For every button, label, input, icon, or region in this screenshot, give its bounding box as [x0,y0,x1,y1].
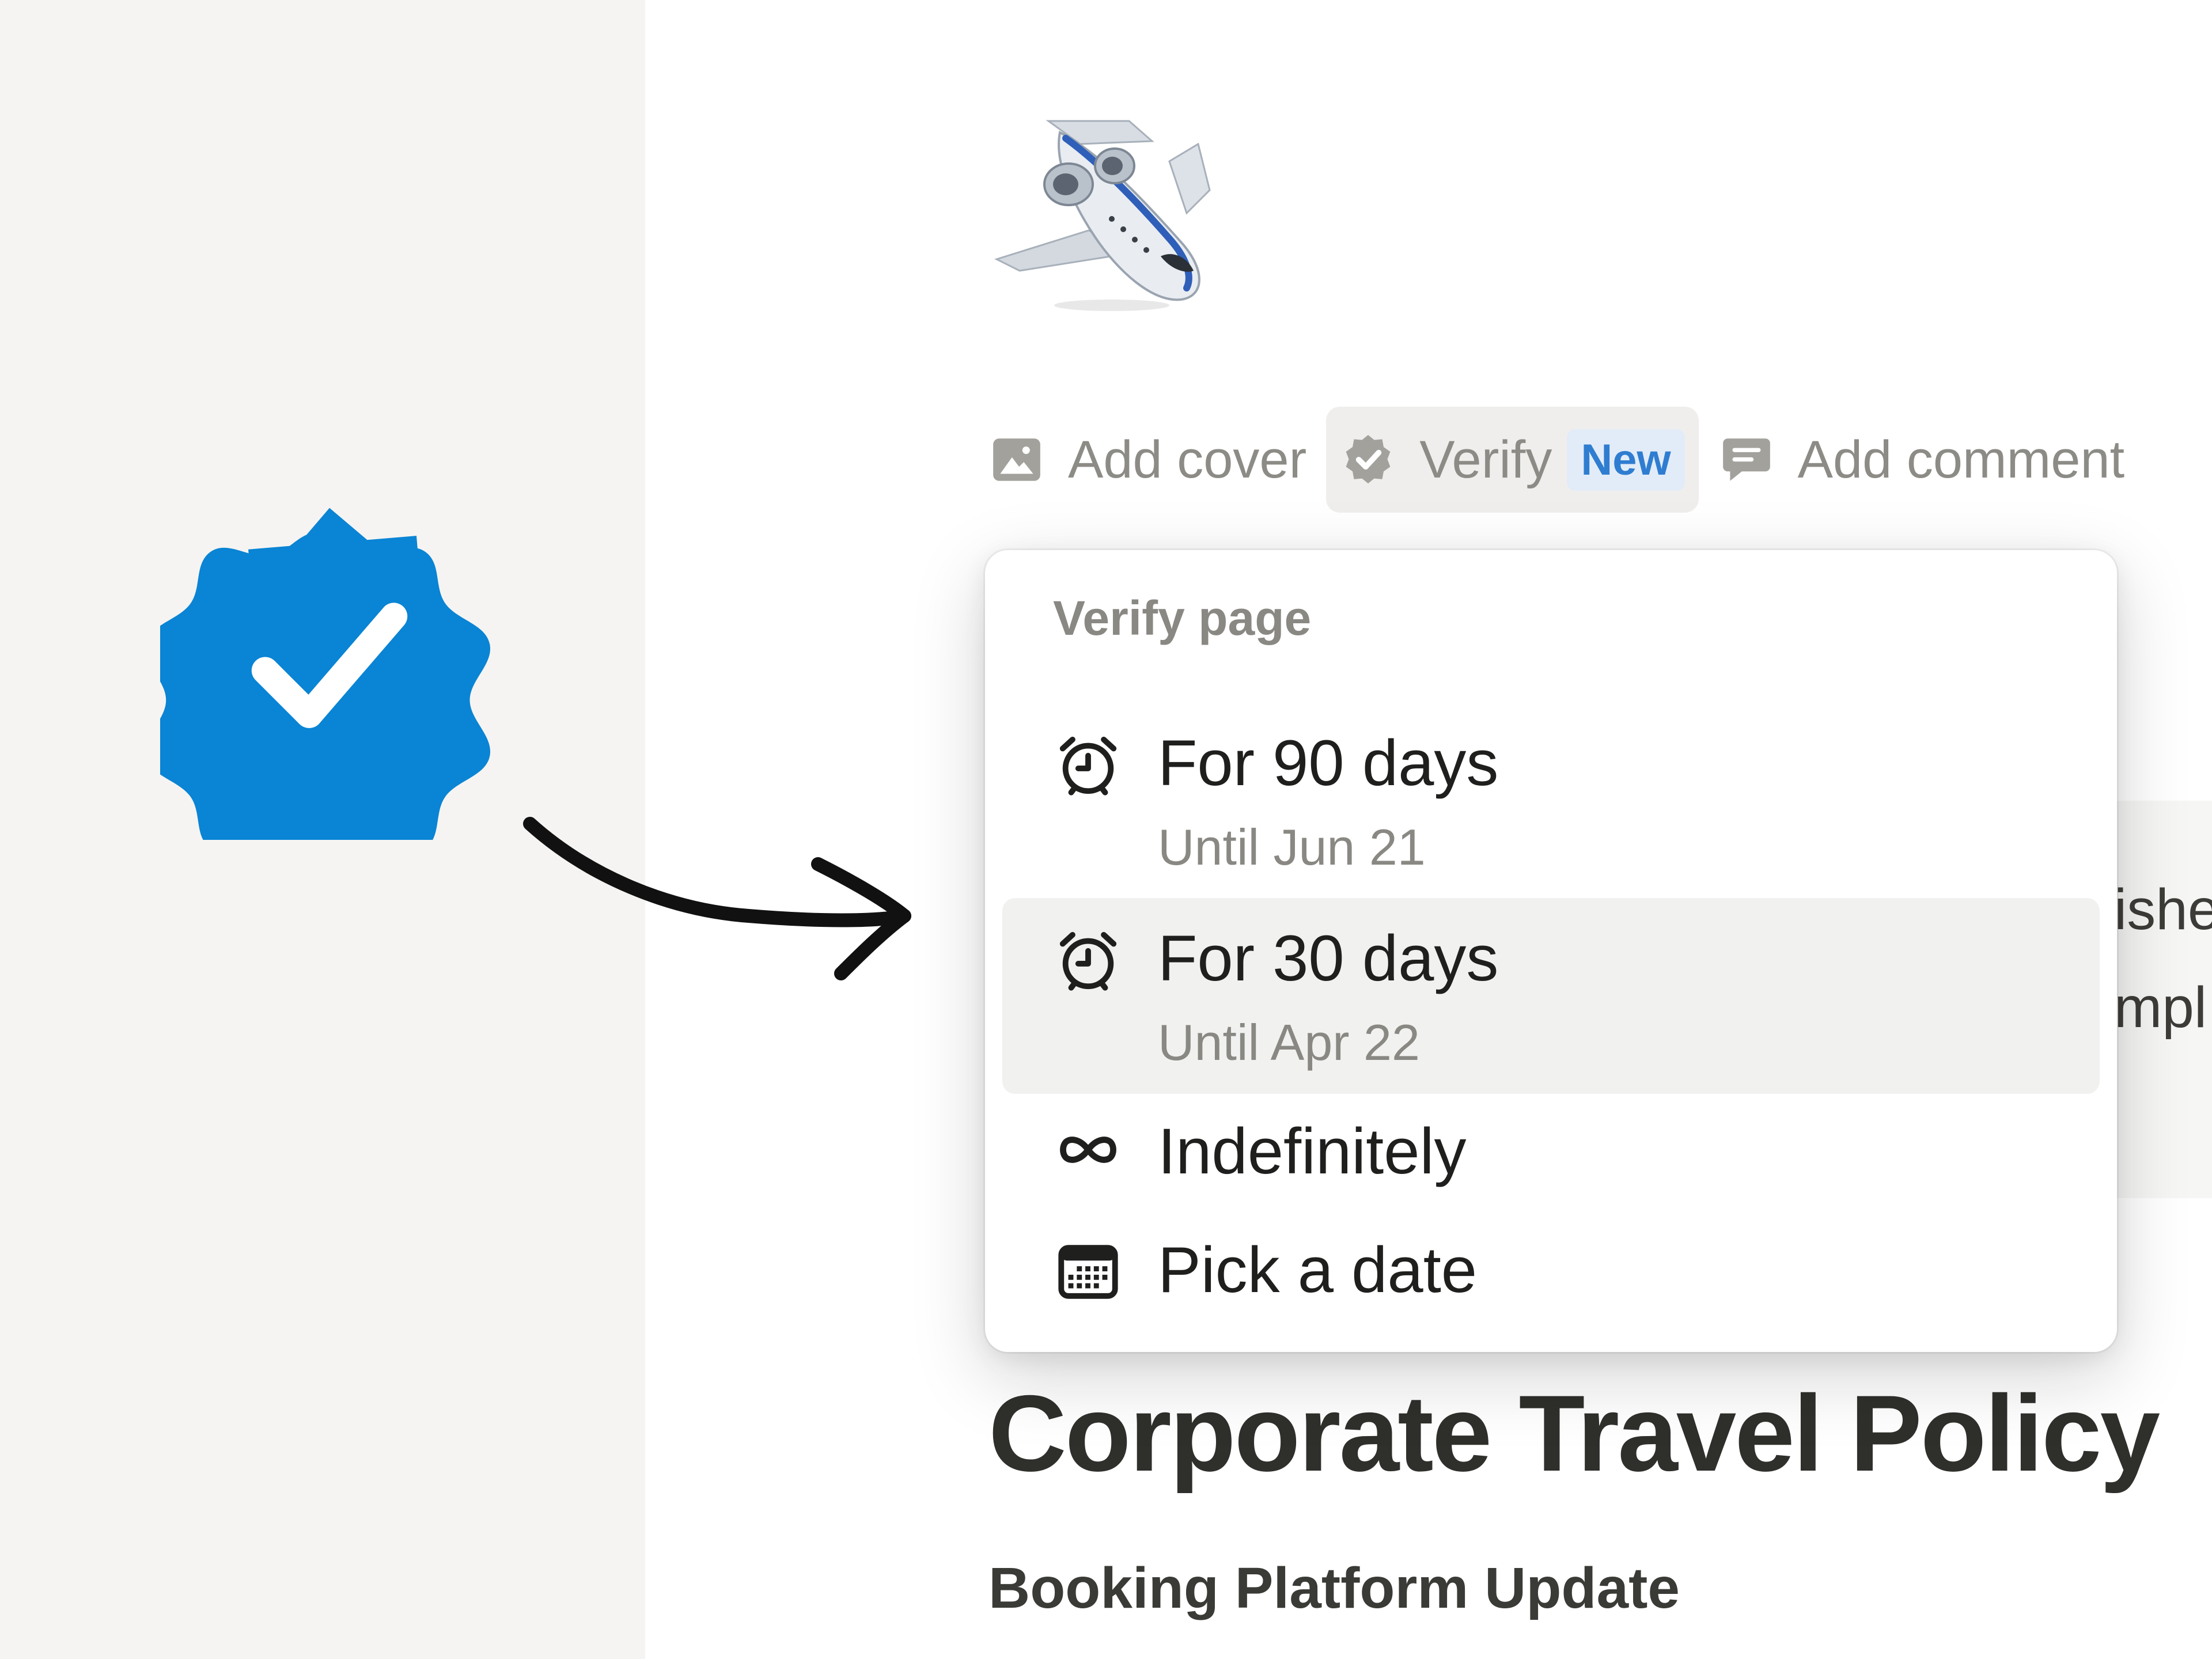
background-text-fragment: ishe [2114,877,2212,942]
image-icon [993,438,1040,481]
new-badge: New [1567,429,1685,491]
menu-item-label: For 30 days [1158,922,1499,994]
add-cover-label: Add cover [1068,430,1307,489]
menu-item-90-days[interactable]: For 90 days Until Jun 21 [1002,703,2100,893]
menu-item-label: Pick a date [1158,1234,1478,1306]
add-comment-label: Add comment [1797,430,2125,489]
menu-item-label: Indefinitely [1158,1115,1467,1187]
menu-item-pick-a-date[interactable]: Pick a date [1002,1213,2100,1328]
calendar-icon [1058,1245,1118,1299]
airplane-icon [994,120,1211,311]
alarm-clock-icon [1059,931,1117,991]
menu-header: Verify page [1053,591,1312,645]
menu-item-30-days[interactable]: For 30 days Until Apr 22 [1002,898,2100,1094]
infinity-icon [1060,1137,1116,1163]
page-toolbar: Add cover Verify New Add comment [988,407,2138,513]
verified-badge-icon [160,507,490,840]
verify-label: Verify [1419,430,1552,489]
add-cover-button[interactable]: Add cover [975,407,1320,513]
add-comment-button[interactable]: Add comment [1705,407,2139,513]
menu-item-sublabel: Until Apr 22 [1158,1014,1420,1071]
menu-item-sublabel: Until Jun 21 [1158,819,1426,876]
section-heading: Booking Platform Update [988,1556,1680,1620]
page-title: Corporate Travel Policy [988,1373,2160,1494]
left-panel [0,0,911,1659]
verify-button[interactable]: Verify New [1326,407,1699,513]
alarm-clock-icon [1059,736,1117,796]
hand-drawn-arrow-icon [523,817,911,980]
comment-icon [1722,438,1770,481]
verify-page-menu: Verify page For 90 days Until Jun 21 For… [985,550,2117,1352]
menu-item-indefinitely[interactable]: Indefinitely [1002,1094,2100,1209]
menu-item-label: For 90 days [1158,727,1499,799]
verified-badge-icon [1346,435,1391,484]
background-text-fragment: mpl [2114,975,2207,1040]
